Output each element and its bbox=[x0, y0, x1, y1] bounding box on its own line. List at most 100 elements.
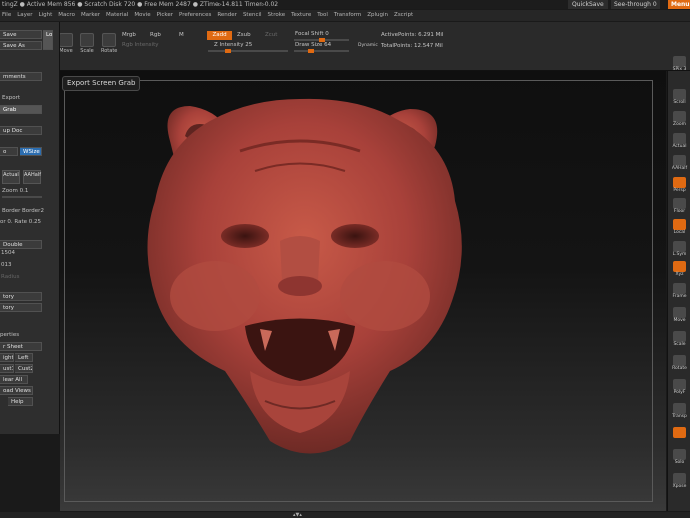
comments-button[interactable]: mments bbox=[0, 72, 42, 81]
rotate-view-button[interactable]: Rotate bbox=[670, 355, 689, 374]
menu-preferences[interactable]: Preferences bbox=[179, 12, 211, 18]
xpose-button[interactable]: Xpose bbox=[670, 473, 689, 492]
ghost-button[interactable] bbox=[670, 427, 689, 446]
menu-stroke[interactable]: Stroke bbox=[268, 12, 286, 18]
export-button[interactable]: Export bbox=[2, 95, 20, 101]
doc-width-value[interactable]: 1504 bbox=[1, 250, 15, 256]
frame-icon bbox=[673, 283, 686, 294]
rgb-intensity-slider[interactable]: Rgb Intensity bbox=[122, 42, 159, 48]
aahalf-button[interactable]: AAHalf bbox=[23, 170, 41, 184]
wsize-button[interactable]: WSize bbox=[20, 147, 42, 156]
zsub-button[interactable]: Zsub bbox=[237, 32, 251, 38]
actual-view-button[interactable]: Actual bbox=[670, 133, 689, 152]
rotate-tool[interactable]: Rotate bbox=[101, 33, 117, 54]
z-intensity-slider[interactable] bbox=[208, 49, 288, 53]
move-tool[interactable]: Move bbox=[58, 33, 74, 54]
double-button[interactable]: Double bbox=[0, 240, 42, 249]
zadd-button[interactable]: Zadd bbox=[207, 31, 232, 40]
menu-marker[interactable]: Marker bbox=[81, 12, 100, 18]
menu-material[interactable]: Material bbox=[106, 12, 128, 18]
see-through-slider[interactable]: See-through 0 bbox=[611, 0, 660, 9]
right-button[interactable]: ight bbox=[0, 353, 14, 362]
actual-view-label: Actual bbox=[672, 144, 687, 149]
zoom-slider[interactable]: Zoom 0.1 bbox=[2, 188, 28, 194]
xpose-icon bbox=[673, 473, 686, 484]
border2-button[interactable]: Border2 bbox=[22, 208, 44, 214]
menu-bar: File Layer Light Macro Marker Material Movie Pi… bbox=[0, 10, 690, 21]
mrgb-button[interactable]: Mrgb bbox=[122, 32, 136, 38]
floor-button[interactable]: Floor bbox=[670, 198, 689, 217]
ratio-slider[interactable]: or 0. Rate 0.25 bbox=[0, 219, 41, 225]
help-button[interactable]: Help bbox=[8, 397, 33, 406]
tiger-head-model[interactable] bbox=[60, 71, 666, 511]
aahalf-view-button[interactable]: AAHalf bbox=[670, 155, 689, 174]
title-bar: tingZ ● Active Mem 856 ● Scratch Disk 72… bbox=[0, 0, 690, 9]
save-button[interactable]: Save bbox=[0, 30, 42, 39]
focal-shift-slider[interactable] bbox=[294, 38, 349, 42]
history2-button[interactable]: tory bbox=[0, 303, 42, 312]
menu-macro[interactable]: Macro bbox=[58, 12, 75, 18]
menu-light[interactable]: Light bbox=[39, 12, 53, 18]
setup-doc-button[interactable]: up Doc bbox=[0, 126, 42, 135]
menus-button[interactable]: Menus bbox=[668, 0, 690, 9]
left-button[interactable]: Left bbox=[15, 353, 33, 362]
menu-zplugin[interactable]: Zplugin bbox=[367, 12, 388, 18]
border-button[interactable]: Border bbox=[2, 208, 20, 214]
zoom-button[interactable]: Zoom bbox=[670, 111, 689, 130]
dynamic-button[interactable]: Dynamic bbox=[358, 43, 378, 48]
cust2-button[interactable]: Cust2 bbox=[15, 364, 33, 373]
scale-view-button[interactable]: Scale bbox=[670, 331, 689, 350]
save-as-button[interactable]: Save As bbox=[0, 41, 42, 50]
grab-button[interactable]: Grab bbox=[0, 105, 42, 114]
menu-transform[interactable]: Transform bbox=[334, 12, 361, 18]
spix-label: SPix 3 bbox=[672, 67, 687, 72]
rgb-button[interactable]: Rgb bbox=[150, 32, 161, 38]
clear-all-button[interactable]: lear All bbox=[0, 375, 28, 384]
cust1-button[interactable]: ust1 bbox=[0, 364, 14, 373]
xyz-button[interactable]: Xyz bbox=[670, 261, 689, 280]
lsym-button[interactable]: L.Sym bbox=[670, 241, 689, 260]
draw-size-knob[interactable] bbox=[307, 49, 314, 53]
menu-tool[interactable]: Tool bbox=[317, 12, 328, 18]
menu-file[interactable]: File bbox=[2, 12, 11, 18]
z-intensity-knob[interactable] bbox=[225, 49, 231, 53]
load-button[interactable]: Lo bbox=[43, 30, 53, 50]
sheet-button[interactable]: r Sheet bbox=[0, 342, 42, 351]
spix-button[interactable]: SPix 3 bbox=[670, 56, 689, 75]
title-text: tingZ ● Active Mem 856 ● Scratch Disk 72… bbox=[2, 1, 279, 8]
polyf-button[interactable]: PolyF bbox=[670, 379, 689, 398]
ghost-icon bbox=[673, 427, 686, 438]
draw-size-slider[interactable] bbox=[294, 49, 349, 53]
floor-icon bbox=[673, 198, 686, 209]
load-views-button[interactable]: oad Views bbox=[0, 386, 33, 395]
xyz-icon bbox=[673, 261, 686, 272]
menu-zscript[interactable]: Zscript bbox=[394, 12, 413, 18]
frame-button[interactable]: Frame bbox=[670, 283, 689, 302]
xpose-label: Xpose bbox=[672, 484, 687, 489]
transp-button[interactable]: Transp bbox=[670, 403, 689, 422]
menu-movie[interactable]: Movie bbox=[134, 12, 150, 18]
history-button[interactable]: tory bbox=[0, 292, 42, 301]
local-button[interactable]: Local bbox=[670, 219, 689, 238]
persp-button[interactable]: Persp bbox=[670, 177, 689, 196]
quicksave-button[interactable]: QuickSave bbox=[568, 0, 608, 9]
zcut-button[interactable]: Zcut bbox=[265, 32, 277, 38]
menu-picker[interactable]: Picker bbox=[157, 12, 173, 18]
solo-button[interactable]: Solo bbox=[670, 449, 689, 468]
tray-toggle[interactable]: ▴▼▴ bbox=[293, 512, 302, 518]
scale-tool[interactable]: Scale bbox=[79, 33, 95, 54]
doc-height-value[interactable]: 013 bbox=[1, 262, 12, 268]
actual-button[interactable]: Actual bbox=[2, 170, 20, 184]
move-view-button[interactable]: Move bbox=[670, 307, 689, 326]
menu-layer[interactable]: Layer bbox=[17, 12, 32, 18]
menu-stencil[interactable]: Stencil bbox=[243, 12, 262, 18]
lsym-label: L.Sym bbox=[672, 252, 687, 257]
doc-size-toggle[interactable]: o bbox=[0, 147, 18, 156]
canvas-viewport[interactable]: Export Screen Grab bbox=[60, 71, 666, 511]
menu-texture[interactable]: Texture bbox=[291, 12, 311, 18]
radius-slider[interactable]: Radius bbox=[1, 274, 19, 280]
zoom-track[interactable] bbox=[2, 196, 42, 198]
menu-render[interactable]: Render bbox=[217, 12, 237, 18]
scroll-button[interactable]: Scroll bbox=[670, 89, 689, 108]
m-button[interactable]: M bbox=[179, 32, 184, 38]
